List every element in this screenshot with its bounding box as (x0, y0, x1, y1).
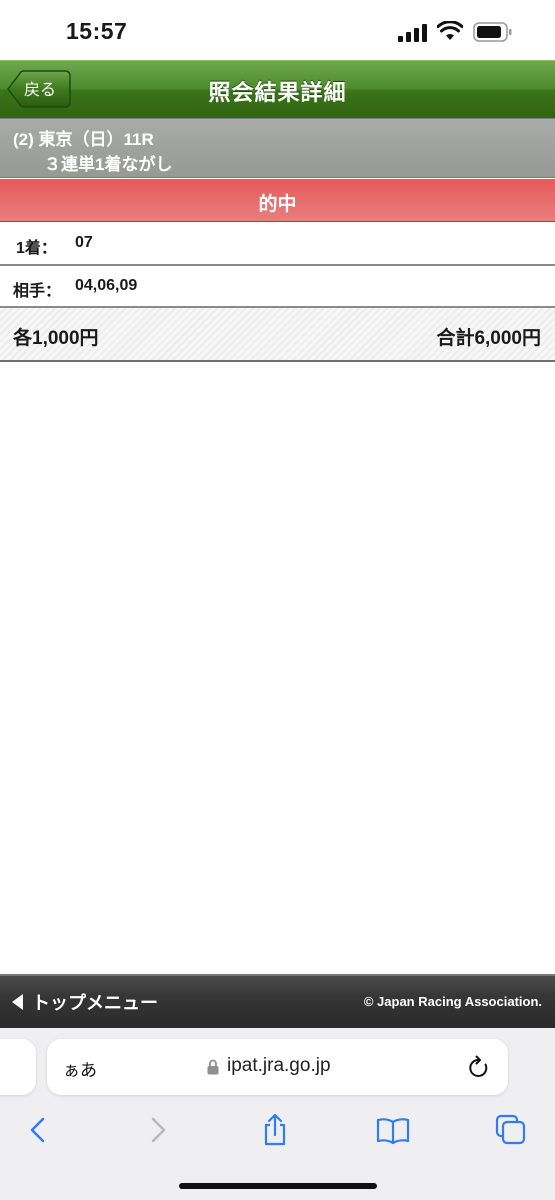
app-header: 戻る 照会結果詳細 (0, 60, 555, 118)
race-name: (2) 東京（日）11R (13, 130, 154, 149)
total-amount: 合計6,000円 (436, 328, 541, 349)
first-place-value: 07 (75, 234, 93, 251)
race-info: (2) 東京（日）11R ３連単1着ながし (0, 118, 555, 178)
copyright: © Japan Racing Association. (363, 994, 542, 1009)
status-bar: 15:57 (0, 0, 555, 60)
previous-tab-card[interactable] (0, 1039, 36, 1095)
url-text[interactable]: ipat.jra.go.jp (227, 1055, 331, 1077)
result-text: 的中 (258, 194, 297, 215)
amount-row: 各1,000円 合計6,000円 (0, 308, 555, 362)
result-banner: 的中 (0, 179, 555, 222)
partner-label: 相手： (13, 283, 62, 300)
bookmarks-icon (376, 1118, 410, 1145)
reload-icon[interactable] (468, 1055, 490, 1079)
forward-arrow-icon (151, 1117, 166, 1143)
signal-icon (398, 24, 427, 42)
forward-arrow-button[interactable] (140, 1112, 176, 1148)
back-arrow-button[interactable] (20, 1112, 56, 1148)
back-arrow-icon (30, 1117, 45, 1143)
lock-icon (207, 1059, 219, 1075)
address-bar[interactable]: ぁあ ipat.jra.go.jp (47, 1039, 508, 1095)
footer-bar: トップメニュー © Japan Racing Association. (0, 974, 555, 1028)
browser-chrome: ぁあ ipat.jra.go.jp (0, 1028, 555, 1200)
tabs-icon (495, 1114, 526, 1145)
share-icon (264, 1113, 286, 1146)
unit-amount: 各1,000円 (13, 328, 99, 349)
bet-type: ３連単1着ながし (44, 155, 173, 174)
battery-icon (473, 22, 512, 42)
top-menu-label: トップメニュー (32, 993, 158, 1013)
home-indicator (179, 1183, 377, 1189)
status-time: 15:57 (66, 18, 128, 44)
first-place-row: 1着： 07 (0, 223, 555, 266)
first-place-label: 1着： (16, 240, 57, 257)
page-settings-button[interactable]: ぁあ (63, 1056, 97, 1081)
bookmarks-button[interactable] (375, 1112, 411, 1148)
partner-value: 04,06,09 (75, 277, 138, 294)
page-title: 照会結果詳細 (208, 80, 347, 105)
share-button[interactable] (257, 1112, 293, 1148)
left-triangle-icon (12, 994, 23, 1010)
wifi-icon (437, 21, 463, 40)
tabs-button[interactable] (493, 1112, 529, 1148)
partner-row: 相手： 04,06,09 (0, 266, 555, 308)
